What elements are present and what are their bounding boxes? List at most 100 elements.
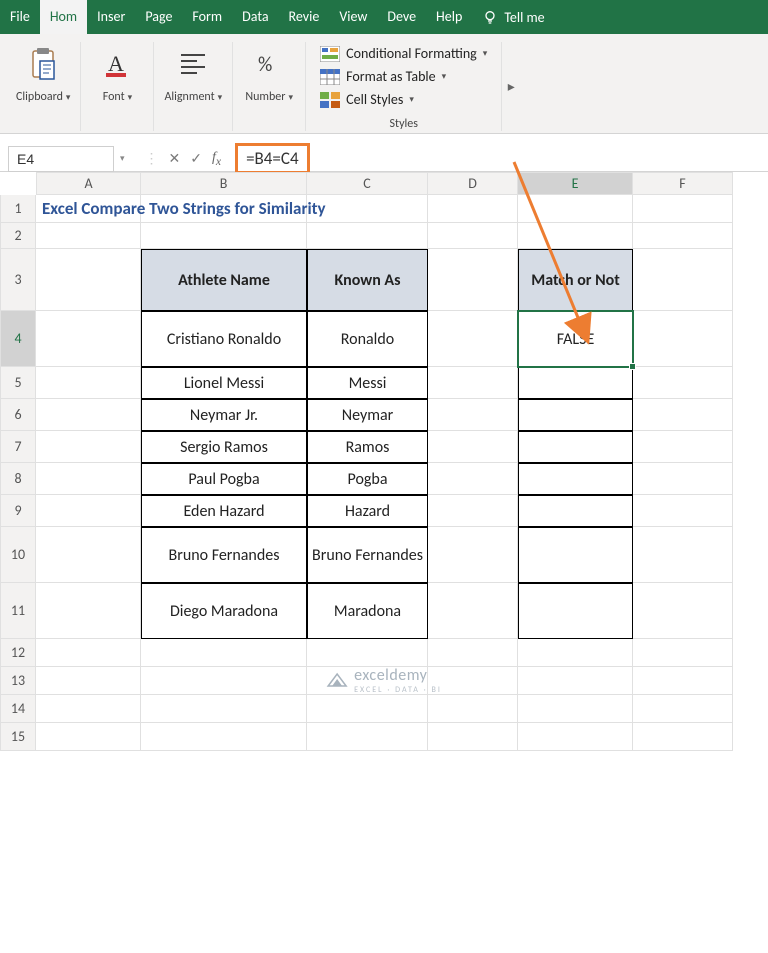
cell-f6[interactable] (633, 399, 733, 431)
row-header-13[interactable]: 13 (0, 667, 36, 695)
cell-c10[interactable]: Bruno Fernandes (307, 527, 428, 583)
tab-help[interactable]: Help (426, 0, 472, 34)
cell-e12[interactable] (518, 639, 633, 667)
row-header-2[interactable]: 2 (0, 223, 36, 249)
tab-file[interactable]: File (0, 0, 40, 34)
tab-developer[interactable]: Deve (377, 0, 426, 34)
cell-d2[interactable] (428, 223, 518, 249)
cell-b6[interactable]: Neymar Jr. (141, 399, 307, 431)
cell-c2[interactable] (307, 223, 428, 249)
tab-page-layout[interactable]: Page (135, 0, 182, 34)
cell-e5[interactable] (518, 367, 633, 399)
col-header-d[interactable]: D (428, 172, 518, 195)
cell-f13[interactable] (633, 667, 733, 695)
cell-c8[interactable]: Pogba (307, 463, 428, 495)
cell-styles-button[interactable]: Cell Styles▾ (320, 88, 414, 111)
row-header-12[interactable]: 12 (0, 639, 36, 667)
row-header-3[interactable]: 3 (0, 249, 36, 311)
col-header-c[interactable]: C (307, 172, 428, 195)
cell-a8[interactable] (36, 463, 141, 495)
dropdown-icon[interactable]: ▾ (66, 92, 71, 103)
cell-b8[interactable]: Paul Pogba (141, 463, 307, 495)
cell-c3[interactable]: Known As (307, 249, 428, 311)
cell-c4[interactable]: Ronaldo (307, 311, 428, 367)
cell-a1[interactable]: Excel Compare Two Strings for Similarity (36, 195, 141, 223)
cell-c11[interactable]: Maradona (307, 583, 428, 639)
cell-e7[interactable] (518, 431, 633, 463)
fill-handle[interactable] (629, 363, 636, 370)
tell-me[interactable]: Tell me (472, 0, 554, 34)
cell-a13[interactable] (36, 667, 141, 695)
cell-c7[interactable]: Ramos (307, 431, 428, 463)
cell-a15[interactable] (36, 723, 141, 751)
cell-e6[interactable] (518, 399, 633, 431)
cell-e15[interactable] (518, 723, 633, 751)
row-header-9[interactable]: 9 (0, 495, 36, 527)
cell-b13[interactable] (141, 667, 307, 695)
cancel-formula-icon[interactable]: ✕ (169, 150, 181, 167)
cell-a2[interactable] (36, 223, 141, 249)
name-box[interactable] (8, 146, 114, 172)
cell-d8[interactable] (428, 463, 518, 495)
row-header-14[interactable]: 14 (0, 695, 36, 723)
cell-b10[interactable]: Bruno Fernandes (141, 527, 307, 583)
col-header-e[interactable]: E (518, 172, 633, 195)
tab-review[interactable]: Revie (279, 0, 330, 34)
row-header-6[interactable]: 6 (0, 399, 36, 431)
cell-a5[interactable] (36, 367, 141, 399)
cell-b7[interactable]: Sergio Ramos (141, 431, 307, 463)
tab-formulas[interactable]: Form (182, 0, 232, 34)
cell-b4[interactable]: Cristiano Ronaldo (141, 311, 307, 367)
row-header-7[interactable]: 7 (0, 431, 36, 463)
cell-c5[interactable]: Messi (307, 367, 428, 399)
cell-a14[interactable] (36, 695, 141, 723)
conditional-formatting-button[interactable]: Conditional Formatting▾ (320, 42, 487, 65)
cell-d12[interactable] (428, 639, 518, 667)
cell-e1[interactable] (518, 195, 633, 223)
col-header-b[interactable]: B (141, 172, 307, 195)
cell-a4[interactable] (36, 311, 141, 367)
row-header-10[interactable]: 10 (0, 527, 36, 583)
cell-e9[interactable] (518, 495, 633, 527)
cell-b2[interactable] (141, 223, 307, 249)
row-header-4[interactable]: 4 (0, 311, 36, 367)
tab-home[interactable]: Hom (40, 0, 87, 34)
namebox-dropdown-icon[interactable]: ▾ (120, 153, 125, 164)
tab-data[interactable]: Data (232, 0, 278, 34)
cell-f2[interactable] (633, 223, 733, 249)
cell-f7[interactable] (633, 431, 733, 463)
dropdown-icon[interactable]: ▾ (128, 92, 133, 103)
row-header-1[interactable]: 1 (0, 195, 36, 223)
cell-f3[interactable] (633, 249, 733, 311)
cell-f10[interactable] (633, 527, 733, 583)
cell-e11[interactable] (518, 583, 633, 639)
cell-d15[interactable] (428, 723, 518, 751)
cell-d7[interactable] (428, 431, 518, 463)
cell-f15[interactable] (633, 723, 733, 751)
cell-b3[interactable]: Athlete Name (141, 249, 307, 311)
cell-f12[interactable] (633, 639, 733, 667)
formula-input[interactable]: =B4=C4 (235, 143, 309, 174)
cell-f14[interactable] (633, 695, 733, 723)
cell-c12[interactable] (307, 639, 428, 667)
cell-d6[interactable] (428, 399, 518, 431)
alignment-button[interactable] (167, 42, 219, 86)
dropdown-icon[interactable]: ▾ (218, 92, 223, 103)
cell-b5[interactable]: Lionel Messi (141, 367, 307, 399)
cell-e14[interactable] (518, 695, 633, 723)
cell-e3[interactable]: Match or Not (518, 249, 633, 311)
cell-f5[interactable] (633, 367, 733, 399)
cell-d11[interactable] (428, 583, 518, 639)
cell-b11[interactable]: Diego Maradona (141, 583, 307, 639)
paste-button[interactable] (17, 42, 69, 86)
dropdown-icon[interactable]: ▾ (288, 92, 293, 103)
cell-d9[interactable] (428, 495, 518, 527)
cell-a9[interactable] (36, 495, 141, 527)
cell-c9[interactable]: Hazard (307, 495, 428, 527)
format-as-table-button[interactable]: Format as Table▾ (320, 65, 446, 88)
cell-a10[interactable] (36, 527, 141, 583)
font-button[interactable]: A (91, 42, 143, 86)
cell-f9[interactable] (633, 495, 733, 527)
cell-a3[interactable] (36, 249, 141, 311)
cell-a11[interactable] (36, 583, 141, 639)
